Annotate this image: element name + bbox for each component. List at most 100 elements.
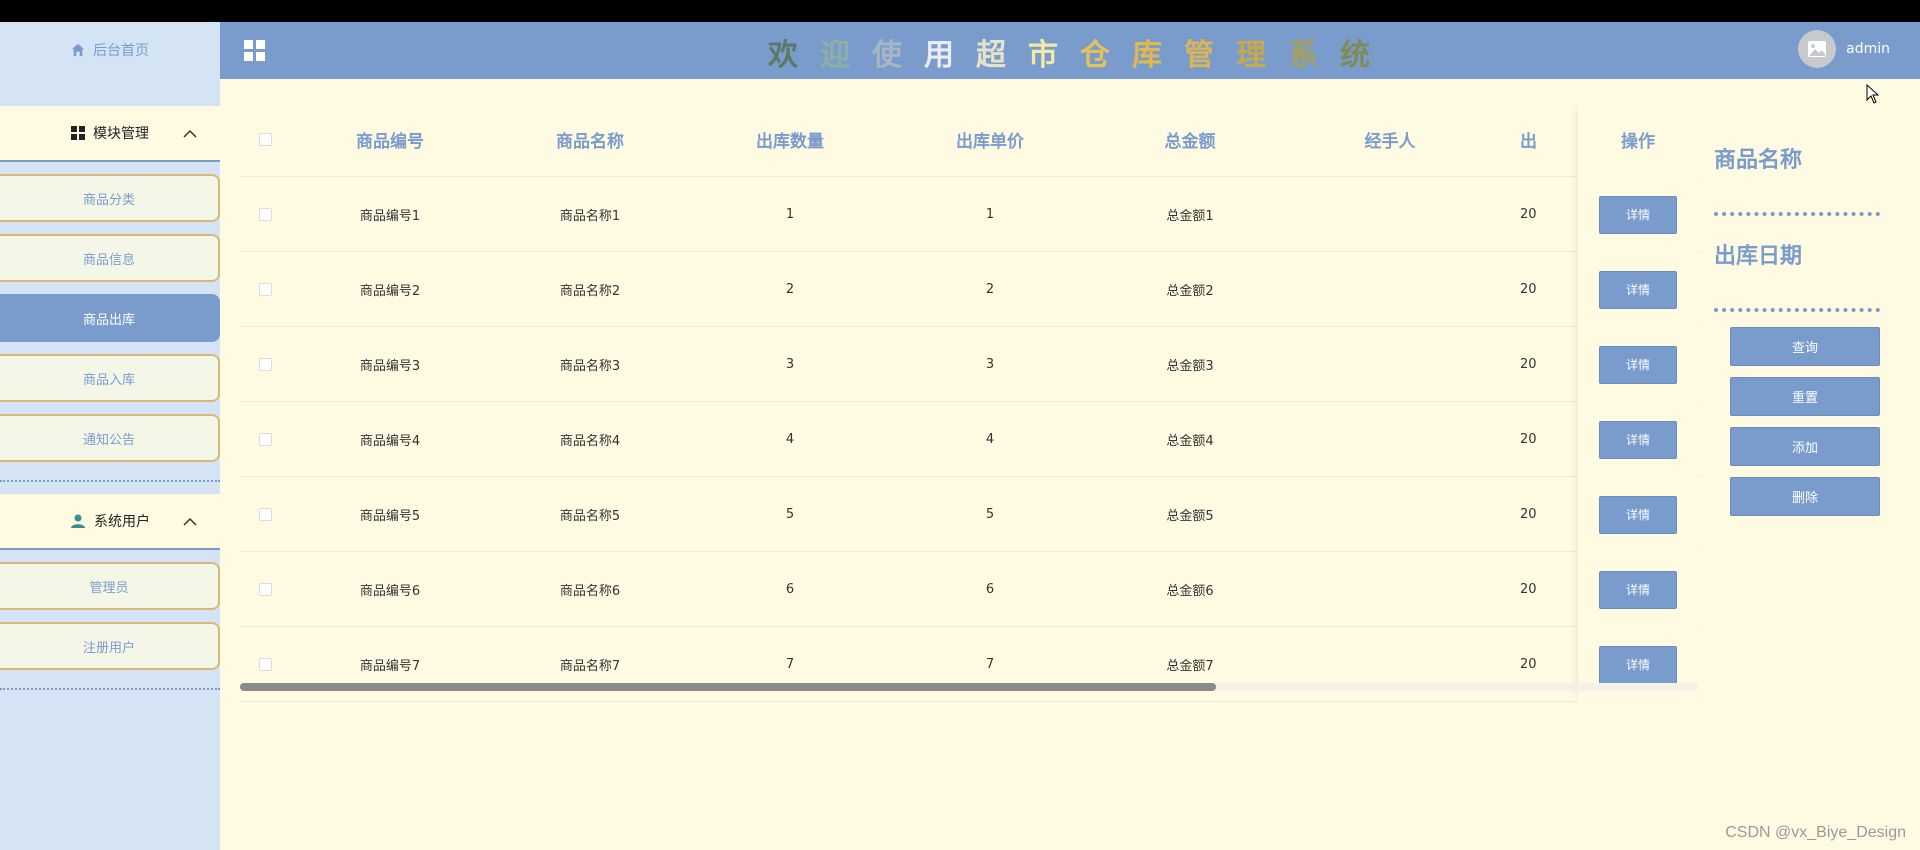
- title-char: 系: [1288, 38, 1340, 73]
- table-cell: 7: [985, 656, 995, 672]
- sidebar: 后台首页 模块管理 商品分类商品信息商品出库商品入库通知公告 系统用户 管理员注…: [0, 22, 220, 850]
- data-table: 商品编号 商品名称 出库数量 出库单价 总金额 经手人出 商品编号1 商品名称1 1 1 总金额1…: [240, 102, 1700, 702]
- column-header[interactable]: 商品名称: [490, 127, 690, 152]
- table-row: 商品编号1 商品名称1 1 1 总金额1 20: [240, 177, 1700, 252]
- user-icon: [71, 514, 85, 528]
- add-button[interactable]: 添加: [1730, 427, 1880, 466]
- chevron-up-icon: [183, 129, 197, 138]
- user-menu[interactable]: admin: [1798, 30, 1890, 68]
- row-checkbox[interactable]: [258, 507, 272, 521]
- table-cell: 商品编号2: [359, 283, 421, 299]
- table-cell: 4: [985, 431, 995, 447]
- sidebar-item[interactable]: 注册用户: [0, 622, 220, 670]
- op-cell: 详情: [1578, 252, 1698, 327]
- horizontal-scrollbar[interactable]: [240, 683, 1698, 691]
- table-cell: 总金额4: [1166, 433, 1214, 449]
- table-cell: 5: [785, 506, 795, 522]
- row-checkbox[interactable]: [258, 207, 272, 221]
- detail-button[interactable]: 详情: [1599, 195, 1677, 234]
- table-cell: 商品名称3: [559, 358, 621, 374]
- table-body: 商品编号1 商品名称1 1 1 总金额1 20 商品编号2 商品名称2 2 2 总金额2 20 商品编号…: [240, 177, 1700, 702]
- column-header[interactable]: 出库数量: [690, 127, 890, 152]
- table-cell: 6: [985, 581, 995, 597]
- detail-button[interactable]: 详情: [1599, 570, 1677, 609]
- table-cell: 总金额1: [1166, 208, 1214, 224]
- avatar[interactable]: [1798, 30, 1837, 68]
- sidebar-item[interactable]: 通知公告: [0, 414, 220, 462]
- row-check-cell: [240, 657, 290, 671]
- search-label-date: 出库日期: [1714, 244, 1803, 269]
- operation-column: 操作 详情 详情 详情 详情 详情 详情 详情: [1578, 102, 1698, 702]
- reset-button[interactable]: 重置: [1730, 377, 1880, 416]
- sidebar-item[interactable]: 商品信息: [0, 234, 220, 282]
- column-header[interactable]: 总金额: [1090, 127, 1290, 152]
- table-cell: 商品编号1: [359, 208, 421, 224]
- title-char: 仓: [1080, 38, 1132, 73]
- column-header[interactable]: 商品编号: [290, 127, 490, 152]
- table-cell: 总金额5: [1166, 508, 1214, 524]
- op-cell: 详情: [1578, 327, 1698, 402]
- table-row: 商品编号2 商品名称2 2 2 总金额2 20: [240, 252, 1700, 327]
- home-icon: [71, 43, 85, 57]
- op-cell: 详情: [1578, 552, 1698, 627]
- detail-button[interactable]: 详情: [1599, 420, 1677, 459]
- title-char: 使: [872, 38, 924, 73]
- menu-grid-icon[interactable]: [243, 39, 267, 63]
- table-cell: 商品编号4: [359, 433, 421, 449]
- sidebar-group-users[interactable]: 系统用户: [0, 494, 220, 550]
- table-row: 商品编号4 商品名称4 4 4 总金额4 20: [240, 402, 1700, 477]
- title-char: 库: [1132, 38, 1184, 73]
- sidebar-item[interactable]: 商品入库: [0, 354, 220, 402]
- table-cell: 2: [985, 281, 995, 297]
- title-char: 统: [1340, 38, 1392, 73]
- column-header[interactable]: 经手人: [1290, 127, 1490, 152]
- select-all-checkbox[interactable]: [258, 132, 272, 146]
- table-cell: 商品编号5: [359, 508, 421, 524]
- select-all-cell: [240, 132, 290, 146]
- delete-button[interactable]: 删除: [1730, 477, 1880, 516]
- search-input-date[interactable]: [1714, 308, 1880, 312]
- sidebar-item[interactable]: 商品出库: [0, 294, 220, 342]
- table-cell: 5: [985, 506, 995, 522]
- query-button[interactable]: 查询: [1730, 327, 1880, 366]
- divider: [0, 678, 220, 690]
- detail-button[interactable]: 详情: [1599, 345, 1677, 384]
- sidebar-group-modules[interactable]: 模块管理: [0, 106, 220, 162]
- detail-button[interactable]: 详情: [1599, 645, 1677, 684]
- sidebar-home[interactable]: 后台首页: [0, 22, 220, 78]
- row-checkbox[interactable]: [258, 582, 272, 596]
- op-cell: 详情: [1578, 402, 1698, 477]
- image-icon: [1808, 41, 1827, 57]
- row-checkbox[interactable]: [258, 657, 272, 671]
- mouse-cursor-icon: [1866, 84, 1880, 104]
- scrollbar-thumb[interactable]: [240, 683, 1216, 691]
- sidebar-group1-items: 商品分类商品信息商品出库商品入库通知公告: [0, 174, 220, 462]
- title-char: 欢: [768, 38, 820, 73]
- title-char: 理: [1236, 38, 1288, 73]
- detail-button[interactable]: 详情: [1599, 495, 1677, 534]
- row-check-cell: [240, 432, 290, 446]
- search-input-name[interactable]: [1714, 212, 1880, 216]
- table-cell: 商品编号3: [359, 358, 421, 374]
- column-header[interactable]: 出库单价: [890, 127, 1090, 152]
- table-row: 商品编号6 商品名称6 6 6 总金额6 20: [240, 552, 1700, 627]
- title-char: 管: [1184, 38, 1236, 73]
- title-char: 迎: [820, 38, 872, 73]
- sidebar-item[interactable]: 管理员: [0, 562, 220, 610]
- detail-button[interactable]: 详情: [1599, 270, 1677, 309]
- sidebar-group2-items: 管理员 注册用户: [0, 562, 220, 670]
- row-checkbox[interactable]: [258, 357, 272, 371]
- table-cell: 3: [985, 356, 995, 372]
- table-row: 商品编号5 商品名称5 5 5 总金额5 20: [240, 477, 1700, 552]
- watermark: CSDN @vx_Biye_Design: [1725, 824, 1906, 841]
- table-cell: 商品名称6: [559, 583, 621, 599]
- table-cell: 总金额6: [1166, 583, 1214, 599]
- table-cell: 3: [785, 356, 795, 372]
- page-title: 欢迎使用超市仓库管理系统: [768, 30, 1392, 74]
- table-cell: 4: [785, 431, 795, 447]
- sidebar-item[interactable]: 商品分类: [0, 174, 220, 222]
- row-checkbox[interactable]: [258, 282, 272, 296]
- row-checkbox[interactable]: [258, 432, 272, 446]
- table-cell: 商品名称5: [559, 508, 621, 524]
- row-check-cell: [240, 507, 290, 521]
